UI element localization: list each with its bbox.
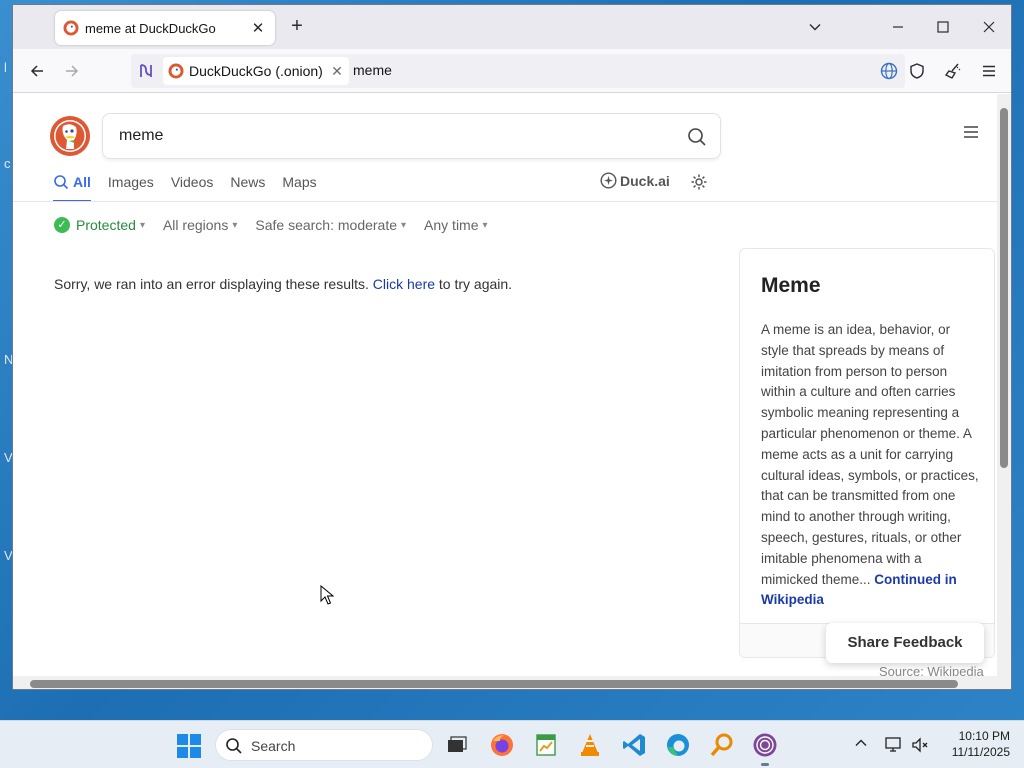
tab-news[interactable]: News bbox=[230, 172, 265, 202]
tab-label: Images bbox=[107, 174, 154, 190]
search-type-tabs: All Images Videos News Maps bbox=[53, 172, 334, 202]
windows-start-icon[interactable] bbox=[176, 733, 202, 759]
tab-title: meme at DuckDuckGo bbox=[85, 20, 216, 36]
close-window-icon[interactable] bbox=[977, 15, 1001, 39]
search-input[interactable]: meme bbox=[119, 127, 163, 145]
search-icon bbox=[54, 175, 69, 190]
system-clock[interactable]: 10:10 PM 11/11/2025 bbox=[940, 728, 1010, 760]
taskbar-search-placeholder: Search bbox=[251, 738, 296, 754]
search-tool-icon[interactable] bbox=[709, 732, 735, 758]
duck-ai-link[interactable]: Duck.ai bbox=[600, 172, 670, 189]
duck-ai-label: Duck.ai bbox=[620, 172, 670, 189]
error-message: Sorry, we ran into an error displaying t… bbox=[54, 276, 512, 292]
volume-muted-icon[interactable] bbox=[910, 735, 930, 755]
tab-bar: meme at DuckDuckGo ✕ + bbox=[13, 5, 1011, 49]
search-filters: ✓ Protected ▾ All regions ▾ Safe search:… bbox=[54, 215, 506, 235]
navigation-bar: DuckDuckGo (.onion) ✕ meme bbox=[13, 49, 1011, 93]
hamburger-menu-icon[interactable] bbox=[962, 123, 980, 141]
url-bar[interactable]: DuckDuckGo (.onion) ✕ meme bbox=[131, 54, 905, 88]
translate-globe-icon[interactable] bbox=[879, 61, 899, 81]
knowledge-panel: Meme A meme is an idea, behavior, or sty… bbox=[739, 248, 995, 658]
browser-window: meme at DuckDuckGo ✕ + DuckDuckGo (.onio… bbox=[12, 4, 1012, 690]
protection-filter[interactable]: ✓ Protected ▾ bbox=[54, 217, 145, 233]
chevron-down-icon: ▾ bbox=[232, 219, 238, 231]
back-icon[interactable] bbox=[25, 59, 49, 83]
search-box[interactable]: meme bbox=[102, 113, 721, 159]
desktop-fragment: c bbox=[4, 156, 11, 171]
duck-ai-icon bbox=[600, 172, 617, 189]
spreadsheet-app-icon[interactable] bbox=[533, 732, 559, 758]
tab-images[interactable]: Images bbox=[108, 172, 154, 202]
taskbar-search[interactable]: Search bbox=[215, 729, 433, 761]
page-content: meme All Images Videos News Maps Duck.ai… bbox=[13, 94, 997, 676]
taskbar: Search 10:10 PM 11/11/2025 bbox=[0, 720, 1024, 768]
tor-circuit-icon[interactable] bbox=[137, 62, 155, 80]
mouse-cursor-icon bbox=[320, 585, 334, 605]
maximize-icon[interactable] bbox=[931, 15, 955, 39]
url-text[interactable]: meme bbox=[353, 62, 392, 78]
duckduckgo-logo-icon[interactable] bbox=[50, 116, 90, 156]
chevron-up-icon[interactable] bbox=[853, 735, 869, 751]
active-app-indicator bbox=[761, 763, 769, 766]
tab-label: Videos bbox=[170, 174, 214, 190]
clock-time: 10:10 PM bbox=[958, 729, 1010, 743]
vlc-icon[interactable] bbox=[577, 732, 603, 758]
new-tab-icon[interactable]: + bbox=[285, 15, 309, 39]
duckduckgo-favicon-icon bbox=[63, 20, 79, 36]
protected-label: Protected bbox=[76, 217, 136, 233]
tab-all[interactable]: All bbox=[53, 172, 91, 202]
region-label: All regions bbox=[162, 217, 229, 233]
time-filter[interactable]: Any time ▾ bbox=[424, 217, 488, 233]
horizontal-scrollbar[interactable] bbox=[13, 676, 1011, 689]
duckduckgo-favicon-icon bbox=[168, 63, 184, 79]
kp-abstract: A meme is an idea, behavior, or style th… bbox=[761, 322, 979, 587]
desktop-fragment: l bbox=[4, 60, 7, 75]
safe-search-label: Safe search: moderate bbox=[255, 217, 398, 233]
list-all-tabs-icon[interactable] bbox=[803, 15, 827, 39]
region-filter[interactable]: All regions ▾ bbox=[163, 217, 237, 233]
forward-icon[interactable] bbox=[60, 59, 84, 83]
shield-icon[interactable] bbox=[905, 59, 929, 83]
source-label: Source: Wikipedia bbox=[879, 664, 984, 676]
network-icon[interactable] bbox=[884, 735, 904, 755]
tab-label: All bbox=[73, 174, 91, 190]
chevron-down-icon: ▾ bbox=[139, 219, 145, 231]
settings-gear-icon[interactable] bbox=[690, 173, 708, 191]
error-text: Sorry, we ran into an error displaying t… bbox=[54, 276, 369, 292]
vscode-icon[interactable] bbox=[621, 732, 647, 758]
clear-chip-icon[interactable]: ✕ bbox=[331, 57, 343, 85]
scrollbar-thumb[interactable] bbox=[1000, 108, 1008, 468]
tab-videos[interactable]: Videos bbox=[171, 172, 214, 202]
retry-link[interactable]: Click here bbox=[373, 276, 435, 292]
tab-maps[interactable]: Maps bbox=[282, 172, 316, 202]
task-view-icon[interactable] bbox=[443, 732, 469, 758]
onion-chip-label: DuckDuckGo (.onion) bbox=[189, 63, 323, 79]
error-text-after: to try again. bbox=[438, 276, 513, 292]
tor-browser-icon[interactable] bbox=[752, 732, 778, 758]
minimize-icon[interactable] bbox=[886, 15, 910, 39]
edge-icon[interactable] bbox=[665, 732, 691, 758]
tab-close-icon[interactable]: ✕ bbox=[249, 19, 267, 37]
browser-tab[interactable]: meme at DuckDuckGo ✕ bbox=[55, 11, 275, 45]
chevron-down-icon: ▾ bbox=[482, 219, 488, 231]
time-label: Any time bbox=[424, 217, 479, 233]
share-feedback-button[interactable]: Share Feedback bbox=[826, 623, 984, 663]
check-icon: ✓ bbox=[54, 217, 70, 233]
clock-date: 11/11/2025 bbox=[951, 745, 1010, 759]
onion-site-chip[interactable]: DuckDuckGo (.onion) ✕ bbox=[163, 57, 349, 85]
knowledge-panel-title: Meme bbox=[761, 274, 821, 297]
app-menu-icon[interactable] bbox=[977, 59, 1001, 83]
scrollbar-thumb[interactable] bbox=[30, 680, 958, 688]
vertical-scrollbar[interactable] bbox=[997, 94, 1011, 676]
new-identity-broom-icon[interactable] bbox=[941, 59, 965, 83]
tab-label: Maps bbox=[282, 174, 317, 190]
search-icon[interactable] bbox=[686, 126, 708, 148]
safe-search-filter[interactable]: Safe search: moderate ▾ bbox=[255, 217, 406, 233]
tabs-divider bbox=[13, 201, 997, 202]
knowledge-panel-text: A meme is an idea, behavior, or style th… bbox=[761, 320, 979, 611]
tab-label: News bbox=[230, 174, 266, 190]
search-icon bbox=[226, 738, 242, 754]
chevron-down-icon: ▾ bbox=[401, 219, 407, 231]
firefox-icon[interactable] bbox=[489, 732, 515, 758]
